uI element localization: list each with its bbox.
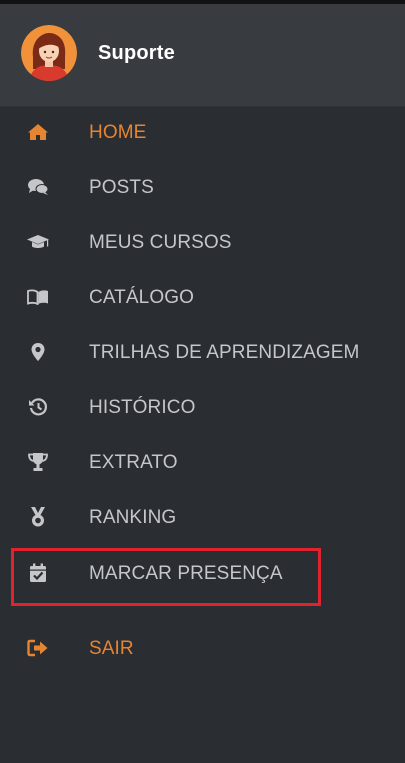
trophy-icon [26, 451, 50, 473]
menu-item-ranking[interactable]: RANKING [0, 490, 405, 545]
sign-out-icon [26, 637, 50, 659]
user-name: Suporte [98, 42, 175, 64]
comments-icon [26, 176, 50, 198]
app-frame: Suporte HOME POSTS MEUS CURSOS CATÁLOGO … [0, 0, 405, 763]
menu-item-meus-cursos[interactable]: MEUS CURSOS [0, 215, 405, 270]
menu-item-label: TRILHAS DE APRENDIZAGEM [89, 342, 360, 363]
book-open-icon [26, 286, 50, 308]
menu-item-historico[interactable]: HISTÓRICO [0, 380, 405, 435]
home-icon [26, 121, 50, 143]
history-icon [26, 396, 50, 418]
highlight-marker [11, 548, 321, 606]
graduation-cap-icon [26, 231, 50, 253]
menu-item-label: SAIR [89, 638, 134, 659]
menu-item-label: MEUS CURSOS [89, 232, 232, 253]
menu-item-trilhas[interactable]: TRILHAS DE APRENDIZAGEM [0, 325, 405, 380]
menu-item-label: HISTÓRICO [89, 397, 196, 418]
profile-header: Suporte [0, 4, 405, 107]
map-marker-icon [26, 341, 50, 363]
menu-item-label: EXTRATO [89, 452, 178, 473]
menu-item-label: RANKING [89, 507, 177, 528]
menu-item-posts[interactable]: POSTS [0, 160, 405, 215]
user-avatar-icon [21, 25, 77, 81]
medal-icon [26, 506, 50, 528]
avatar[interactable] [21, 25, 77, 81]
menu-item-label: POSTS [89, 177, 154, 198]
menu-item-label: HOME [89, 122, 147, 143]
menu-item-sair[interactable]: SAIR [0, 621, 405, 676]
menu-item-home[interactable]: HOME [0, 105, 405, 160]
menu-item-catalogo[interactable]: CATÁLOGO [0, 270, 405, 325]
menu-item-extrato[interactable]: EXTRATO [0, 435, 405, 490]
menu-item-label: CATÁLOGO [89, 287, 194, 308]
